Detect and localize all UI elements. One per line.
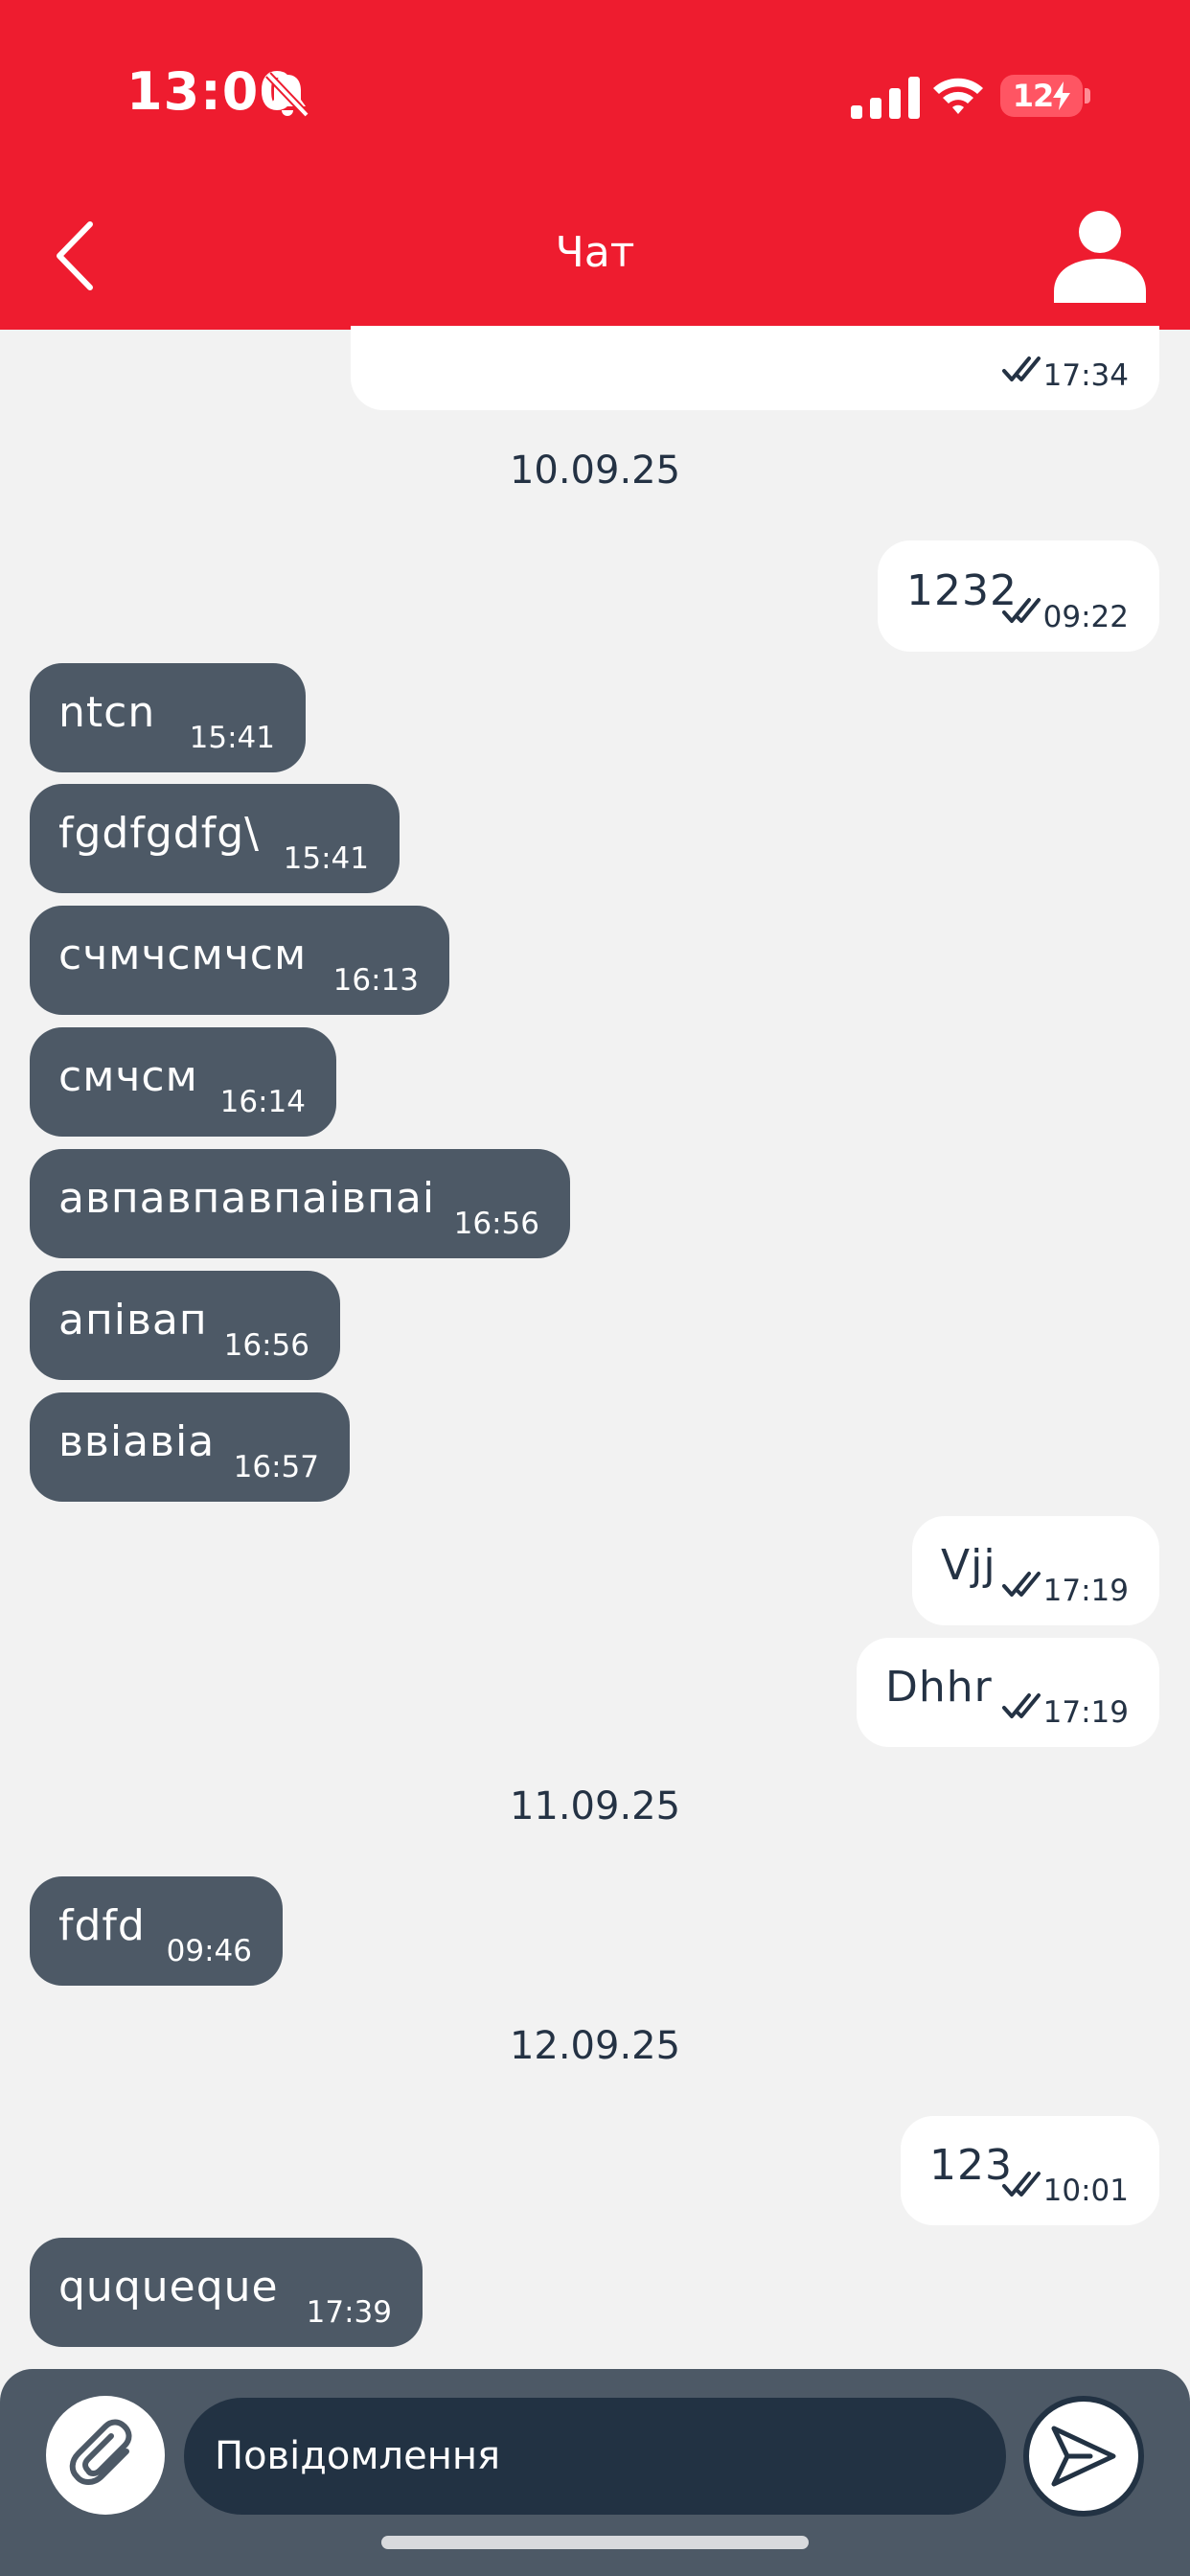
date-separator: 11.09.25 bbox=[509, 1784, 681, 1828]
incoming-message[interactable]: смчсм 16:14 bbox=[30, 1027, 336, 1137]
incoming-message[interactable]: апівап 16:56 bbox=[30, 1271, 340, 1380]
bell-off-icon bbox=[265, 72, 309, 118]
double-check-icon bbox=[1002, 1572, 1041, 1597]
message-text: смчсм bbox=[58, 1052, 198, 1101]
incoming-message[interactable]: ntcn 15:41 bbox=[30, 663, 306, 772]
send-icon bbox=[1051, 2426, 1116, 2487]
message-time: 10:01 bbox=[1042, 2174, 1129, 2208]
message-time: 16:56 bbox=[453, 1207, 539, 1241]
message-text: 1232 bbox=[906, 566, 1018, 615]
user-icon[interactable] bbox=[1050, 207, 1150, 307]
incoming-message[interactable]: ququeque 17:39 bbox=[30, 2238, 423, 2347]
message-text: 123 bbox=[929, 2141, 1013, 2190]
page-title: Чат bbox=[555, 228, 635, 277]
outgoing-message[interactable]: Vjj 17:19 bbox=[912, 1516, 1159, 1625]
message-time: 15:41 bbox=[283, 841, 369, 876]
message-time: 16:13 bbox=[332, 963, 419, 998]
double-check-icon bbox=[1002, 356, 1041, 381]
outgoing-message[interactable]: 123 10:01 bbox=[901, 2116, 1159, 2225]
wifi-icon bbox=[933, 78, 983, 114]
battery-level: 12 bbox=[1012, 78, 1055, 114]
message-text: Dhhr bbox=[885, 1663, 993, 1712]
message-text: авпавпавпаівпаі bbox=[58, 1174, 436, 1223]
message-text: fdfd bbox=[58, 1901, 146, 1950]
message-text: ввіавіа bbox=[58, 1417, 216, 1466]
message-time: 09:22 bbox=[1042, 600, 1129, 634]
double-check-icon bbox=[1002, 2172, 1041, 2196]
message-time: 16:14 bbox=[219, 1085, 306, 1119]
message-text: fgdfgdfg\ bbox=[58, 809, 260, 858]
charging-bolt-icon bbox=[1053, 81, 1071, 110]
message-input[interactable] bbox=[184, 2398, 1006, 2515]
message-text: ququeque bbox=[58, 2263, 279, 2312]
incoming-message[interactable]: fdfd 09:46 bbox=[30, 1876, 283, 1986]
double-check-icon bbox=[1002, 1693, 1041, 1718]
battery-tip bbox=[1085, 88, 1090, 104]
outgoing-message[interactable]: 1232 09:22 bbox=[878, 540, 1159, 652]
message-text: апівап bbox=[58, 1296, 208, 1345]
incoming-message[interactable]: авпавпавпаівпаі 16:56 bbox=[30, 1149, 570, 1258]
home-indicator[interactable] bbox=[381, 2536, 809, 2549]
message-time: 16:57 bbox=[233, 1450, 319, 1484]
outgoing-message[interactable]: 17:34 bbox=[351, 326, 1159, 410]
message-text: Vjj bbox=[941, 1541, 996, 1590]
paperclip-icon bbox=[69, 2419, 132, 2485]
date-separator: 10.09.25 bbox=[509, 448, 681, 493]
incoming-message[interactable]: счмчсмчсм 16:13 bbox=[30, 906, 449, 1015]
message-time: 17:19 bbox=[1042, 1695, 1129, 1730]
incoming-message[interactable]: ввіавіа 16:57 bbox=[30, 1392, 350, 1502]
date-separator: 12.09.25 bbox=[509, 2024, 681, 2068]
message-time: 17:34 bbox=[1042, 358, 1129, 393]
message-text: счмчсмчсм bbox=[58, 931, 308, 979]
double-check-icon bbox=[1002, 598, 1041, 623]
attach-button[interactable] bbox=[46, 2396, 165, 2515]
message-time: 09:46 bbox=[166, 1934, 252, 1968]
outgoing-message[interactable]: Dhhr 17:19 bbox=[857, 1638, 1159, 1747]
message-time: 17:19 bbox=[1042, 1574, 1129, 1608]
battery-indicator: 12 bbox=[1000, 75, 1083, 117]
message-text: ntcn bbox=[58, 688, 156, 737]
cellular-signal-icon bbox=[851, 77, 920, 119]
send-button[interactable] bbox=[1023, 2396, 1144, 2517]
incoming-message[interactable]: fgdfgdfg\ 15:41 bbox=[30, 784, 400, 893]
message-time: 16:56 bbox=[223, 1328, 309, 1363]
message-time: 15:41 bbox=[189, 721, 275, 755]
message-time: 17:39 bbox=[306, 2295, 392, 2330]
